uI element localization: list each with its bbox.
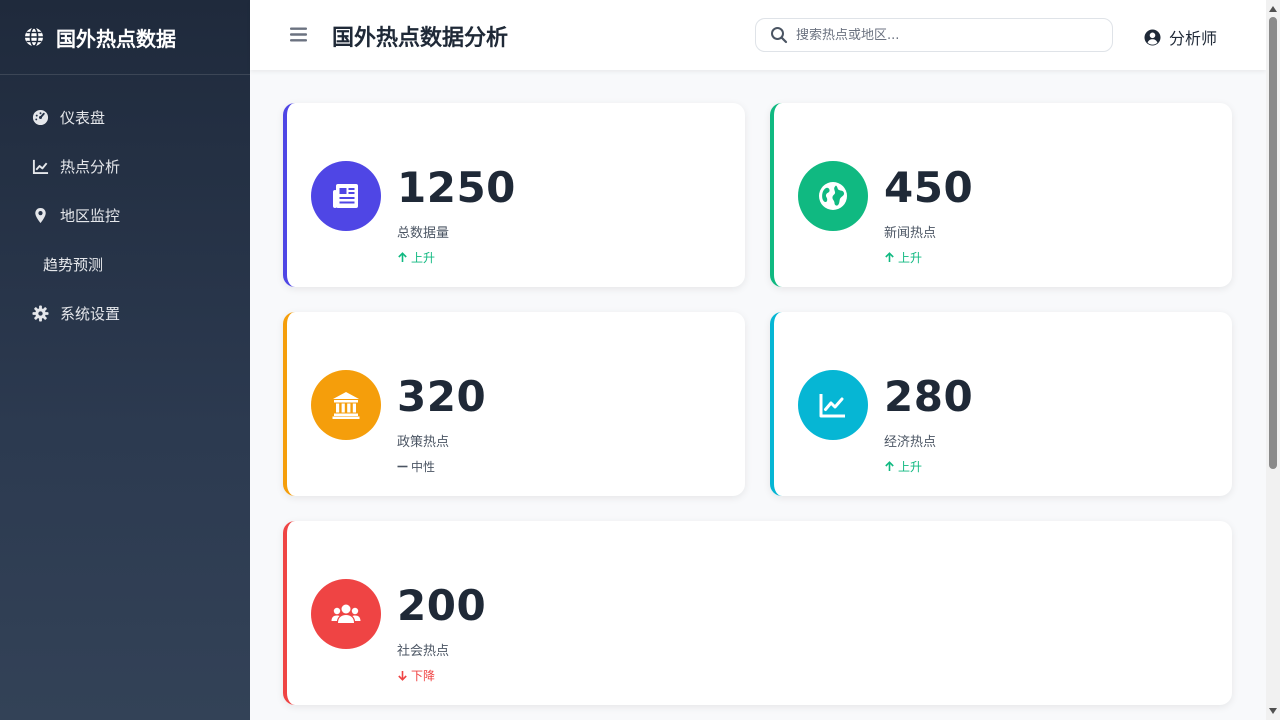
sidebar: 国外热点数据 仪表盘 热点分析 地区监控 趋势预测 系统设置 xyxy=(0,0,250,720)
search-input[interactable] xyxy=(796,27,1096,43)
search-icon xyxy=(770,26,788,44)
chart-line-icon xyxy=(31,158,49,176)
card-icon-circle xyxy=(311,370,381,440)
page-title: 国外热点数据分析 xyxy=(332,26,509,51)
card-label: 社会热点 xyxy=(397,644,450,659)
sidebar-item-dashboard[interactable]: 仪表盘 xyxy=(0,93,250,142)
stat-card-policy[interactable]: 320 政策热点 中性 xyxy=(283,312,745,496)
sidebar-item-label: 趋势预测 xyxy=(43,256,104,274)
trend-indicator: 下降 xyxy=(397,667,435,684)
scroll-thumb[interactable] xyxy=(1269,17,1277,469)
brand[interactable]: 国外热点数据 xyxy=(0,0,250,75)
trend-label: 上升 xyxy=(898,460,923,474)
arrow-up-icon xyxy=(884,252,895,263)
globe-icon xyxy=(817,180,849,212)
trend-label: 下降 xyxy=(411,669,436,683)
trend-indicator: 中性 xyxy=(397,458,435,475)
card-label: 新闻热点 xyxy=(884,226,937,241)
stat-card-society[interactable]: 200 社会热点 下降 xyxy=(283,521,1232,705)
scroll-down-arrow-icon[interactable] xyxy=(1269,708,1277,714)
trend-indicator: 上升 xyxy=(397,249,435,266)
stat-card-total[interactable]: 1250 总数据量 上升 xyxy=(283,103,745,287)
minus-icon xyxy=(397,461,408,472)
arrow-up-icon xyxy=(884,461,895,472)
top-header: 国外热点数据分析 分析师 xyxy=(250,0,1266,70)
scroll-up-arrow-icon[interactable] xyxy=(1269,6,1277,12)
landmark-icon xyxy=(330,389,362,421)
card-icon-circle xyxy=(798,161,868,231)
card-label: 经济热点 xyxy=(884,435,937,450)
card-icon-circle xyxy=(311,161,381,231)
trend-label: 上升 xyxy=(411,251,436,265)
hamburger-menu-icon[interactable] xyxy=(289,25,308,44)
tachometer-icon xyxy=(31,109,49,127)
sidebar-item-label: 热点分析 xyxy=(60,158,121,176)
user-circle-icon xyxy=(1144,29,1161,46)
trend-label: 上升 xyxy=(898,251,923,265)
arrow-down-icon xyxy=(397,670,408,681)
search-box[interactable] xyxy=(755,18,1113,52)
card-value: 320 xyxy=(397,372,487,421)
gear-icon xyxy=(31,305,49,323)
vertical-scrollbar[interactable] xyxy=(1266,0,1280,720)
chart-line-icon xyxy=(817,389,849,421)
card-value: 200 xyxy=(397,581,487,630)
sidebar-item-label: 仪表盘 xyxy=(60,109,106,127)
card-value: 450 xyxy=(884,163,974,212)
card-icon-circle xyxy=(311,579,381,649)
sidebar-item-hotspot-analysis[interactable]: 热点分析 xyxy=(0,142,250,191)
globe-icon xyxy=(24,27,44,47)
sidebar-item-label: 系统设置 xyxy=(60,305,121,323)
trend-indicator: 上升 xyxy=(884,458,922,475)
sidebar-item-settings[interactable]: 系统设置 xyxy=(0,289,250,338)
card-icon-circle xyxy=(798,370,868,440)
sidebar-nav: 仪表盘 热点分析 地区监控 趋势预测 系统设置 xyxy=(0,75,250,338)
sidebar-item-region-monitor[interactable]: 地区监控 xyxy=(0,191,250,240)
user-menu[interactable]: 分析师 xyxy=(1144,25,1217,49)
map-marker-icon xyxy=(31,207,49,225)
sidebar-item-trend-forecast[interactable]: 趋势预测 xyxy=(0,240,250,289)
stat-card-economy[interactable]: 280 经济热点 上升 xyxy=(770,312,1232,496)
user-name: 分析师 xyxy=(1169,29,1218,48)
stat-card-news[interactable]: 450 新闻热点 上升 xyxy=(770,103,1232,287)
card-label: 总数据量 xyxy=(397,226,450,241)
card-label: 政策热点 xyxy=(397,435,450,450)
trend-indicator: 上升 xyxy=(884,249,922,266)
sidebar-item-label: 地区监控 xyxy=(60,207,121,225)
brand-title: 国外热点数据 xyxy=(56,26,176,51)
users-icon xyxy=(330,598,362,630)
arrow-up-icon xyxy=(397,252,408,263)
newspaper-icon xyxy=(330,180,362,212)
card-value: 1250 xyxy=(397,163,516,212)
card-value: 280 xyxy=(884,372,974,421)
trend-label: 中性 xyxy=(411,460,436,474)
